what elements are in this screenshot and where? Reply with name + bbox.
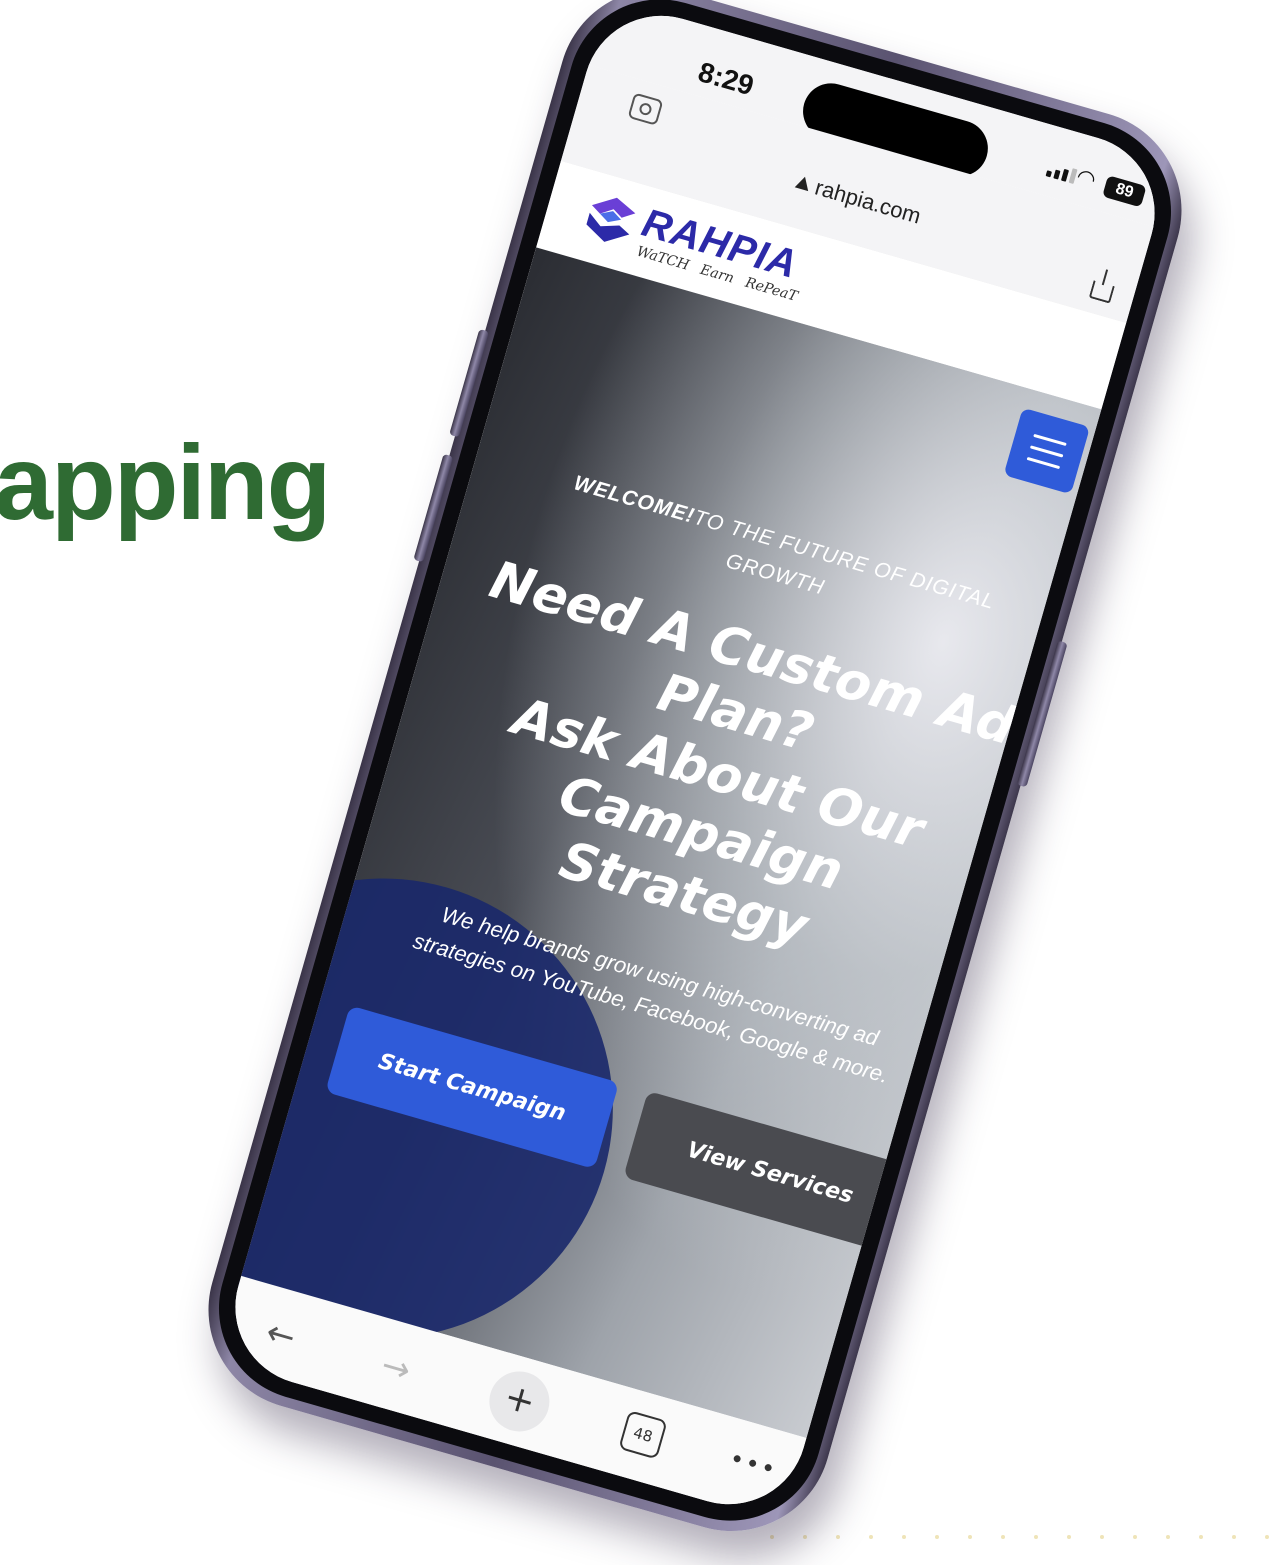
hamburger-menu-icon[interactable] (1003, 407, 1091, 495)
welcome-bold: WELCOME! (571, 471, 698, 528)
tab-count: 48 (631, 1423, 655, 1447)
forward-arrow-icon[interactable]: → (377, 1345, 415, 1391)
share-icon[interactable] (1088, 280, 1115, 304)
battery-level: 89 (1113, 180, 1136, 202)
battery-icon: 89 (1102, 175, 1147, 208)
camera-icon[interactable] (627, 92, 664, 126)
page: apping 8:29 ◠ 89 rahpia.com RAHPIA WaTCH… (0, 0, 1277, 1565)
phone: 8:29 ◠ 89 rahpia.com RAHPIA WaTCH Earn R… (184, 0, 1206, 1555)
more-icon[interactable]: ••• (726, 1444, 780, 1484)
back-arrow-icon[interactable]: ← (261, 1312, 299, 1358)
phone-mockup: 8:29 ◠ 89 rahpia.com RAHPIA WaTCH Earn R… (0, 0, 1277, 1565)
welcome-rest: TO THE FUTURE OF DIGITAL GROWTH (691, 505, 998, 614)
hero-section: WELCOME!TO THE FUTURE OF DIGITAL GROWTH … (216, 247, 1102, 1438)
status-time: 8:29 (694, 56, 758, 102)
signal-icon (1045, 162, 1078, 184)
tabs-icon[interactable]: 48 (618, 1410, 668, 1460)
logo-icon[interactable] (574, 182, 648, 256)
url-domain[interactable]: rahpia.com (812, 175, 924, 230)
lock-icon (794, 174, 812, 192)
new-tab-plus-icon[interactable]: + (482, 1364, 557, 1439)
